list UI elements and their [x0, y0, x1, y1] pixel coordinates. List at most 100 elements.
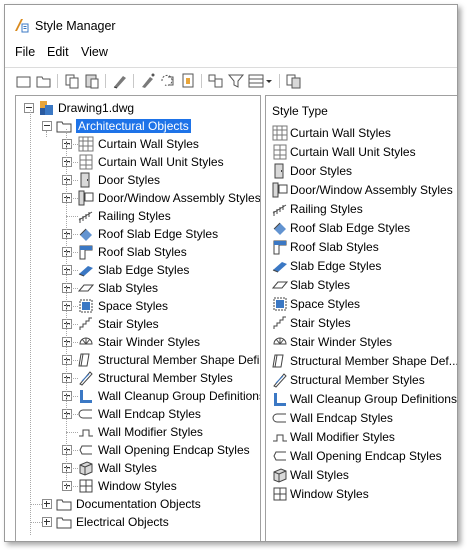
- tree-item[interactable]: Railing Styles: [16, 207, 260, 225]
- collapse-icon[interactable]: [24, 103, 34, 113]
- railing-icon: [272, 204, 287, 216]
- purge-icon[interactable]: [139, 72, 157, 90]
- structural-member-icon: [273, 373, 287, 388]
- new-icon[interactable]: [15, 72, 33, 90]
- tree-item[interactable]: Structural Member Shape Defir: [16, 351, 260, 369]
- style-type-label: Curtain Wall Styles: [290, 126, 391, 140]
- menu-view[interactable]: View: [81, 45, 108, 59]
- tree-item[interactable]: Curtain Wall Unit Styles: [16, 153, 260, 171]
- view-options-icon[interactable]: [247, 72, 273, 90]
- tree-item-label: Slab Edge Styles: [98, 263, 190, 277]
- tree-item[interactable]: Window Styles: [16, 477, 260, 495]
- tree-item[interactable]: Slab Styles: [16, 279, 260, 297]
- window-icon: [79, 479, 93, 493]
- style-type-label: Slab Styles: [290, 278, 351, 292]
- style-type-pane[interactable]: Style Type Curtain Wall Styles Curtain Wa…: [265, 95, 458, 541]
- menu-file[interactable]: File: [15, 45, 35, 59]
- tree-item[interactable]: Roof Slab Styles: [16, 243, 260, 261]
- stair-winder-icon: [79, 337, 93, 345]
- style-type-label: Door/Window Assembly Styles: [290, 183, 453, 197]
- style-type-item[interactable]: Space Styles: [266, 295, 457, 313]
- tree-guide: [66, 432, 78, 433]
- style-type-label: Window Styles: [290, 487, 369, 501]
- window-title: Style Manager: [35, 19, 116, 33]
- tree-item[interactable]: Stair Styles: [16, 315, 260, 333]
- style-type-item[interactable]: Roof Slab Edge Styles: [266, 219, 457, 237]
- structural-member-icon: [79, 371, 93, 386]
- door-icon: [80, 172, 90, 188]
- tree-item[interactable]: Wall Endcap Styles: [16, 405, 260, 423]
- roof-slab-icon: [79, 245, 93, 260]
- tree-guide: [66, 414, 78, 415]
- style-type-item[interactable]: Slab Styles: [266, 276, 457, 294]
- style-type-item[interactable]: Curtain Wall Styles: [266, 124, 457, 142]
- tree-item[interactable]: Door/Window Assembly Styles: [16, 189, 260, 207]
- tree-item[interactable]: Curtain Wall Styles: [16, 135, 260, 153]
- tree-item[interactable]: Space Styles: [16, 297, 260, 315]
- tree-item[interactable]: Slab Edge Styles: [16, 261, 260, 279]
- style-type-item[interactable]: Window Styles: [266, 485, 457, 503]
- inventory-icon[interactable]: [285, 72, 303, 90]
- expand-icon[interactable]: [42, 517, 52, 527]
- style-type-item[interactable]: Wall Opening Endcap Styles: [266, 447, 457, 465]
- edit-style-icon[interactable]: [111, 72, 129, 90]
- tree-item-label: Roof Slab Styles: [98, 245, 187, 259]
- style-type-item[interactable]: Door/Window Assembly Styles: [266, 181, 457, 199]
- style-type-item[interactable]: Wall Styles: [266, 466, 457, 484]
- tree-guide: [66, 360, 78, 361]
- tree-item[interactable]: Wall Opening Endcap Styles: [16, 441, 260, 459]
- tree-item[interactable]: Roof Slab Edge Styles: [16, 225, 260, 243]
- style-type-item[interactable]: Stair Winder Styles: [266, 333, 457, 351]
- sort-icon[interactable]: [179, 72, 197, 90]
- style-type-item[interactable]: Structural Member Styles: [266, 371, 457, 389]
- tree-item-label: Curtain Wall Unit Styles: [98, 155, 224, 169]
- filter-style-type-icon[interactable]: [207, 72, 225, 90]
- tree-category[interactable]: Electrical Objects: [16, 513, 260, 531]
- style-type-item[interactable]: Door Styles: [266, 162, 457, 180]
- tree-item-label: Window Styles: [98, 479, 177, 493]
- toolbar-separator: [105, 74, 106, 88]
- tree-guide: [66, 468, 78, 469]
- tree-guide: [66, 129, 67, 486]
- style-type-item[interactable]: Wall Modifier Styles: [266, 428, 457, 446]
- tree-category[interactable]: Documentation Objects: [16, 495, 260, 513]
- funnel-icon[interactable]: [227, 72, 245, 90]
- tree-root[interactable]: Drawing1.dwg: [16, 99, 260, 117]
- style-type-label: Door Styles: [290, 164, 353, 178]
- style-type-label: Structural Member Shape Def...: [290, 354, 458, 368]
- tree-item[interactable]: Structural Member Styles: [16, 369, 260, 387]
- curtain-wall-icon: [272, 125, 288, 141]
- style-type-item[interactable]: Slab Edge Styles: [266, 257, 457, 275]
- style-type-item[interactable]: Structural Member Shape Def...: [266, 352, 458, 370]
- style-type-item[interactable]: Stair Styles: [266, 314, 457, 332]
- tree-guide: [66, 270, 78, 271]
- toolbar-separator: [279, 74, 280, 88]
- tree-category-architectural-objects[interactable]: Architectural Objects: [16, 117, 260, 135]
- collapse-icon[interactable]: [42, 121, 52, 131]
- paste-icon[interactable]: [83, 72, 101, 90]
- tree-item[interactable]: Wall Modifier Styles: [16, 423, 260, 441]
- style-type-item[interactable]: Roof Slab Styles: [266, 238, 457, 256]
- slab-edge-icon: [272, 262, 287, 273]
- tree-item[interactable]: Wall Cleanup Group Definitions: [16, 387, 260, 405]
- tree-guide: [46, 131, 47, 137]
- style-type-item[interactable]: Wall Endcap Styles: [266, 409, 457, 427]
- style-type-item[interactable]: Railing Styles: [266, 200, 457, 218]
- door-icon: [274, 163, 284, 179]
- tree-guide: [66, 450, 78, 451]
- toggle-view-icon[interactable]: [159, 72, 177, 90]
- tree-item-label: Door/Window Assembly Styles: [98, 191, 261, 205]
- tree-item[interactable]: Stair Winder Styles: [16, 333, 260, 351]
- style-type-item[interactable]: Wall Cleanup Group Definitions: [266, 390, 457, 408]
- style-tree-pane[interactable]: Drawing1.dwg Architectural Objects Curtain…: [15, 95, 261, 541]
- tree-item[interactable]: Wall Styles: [16, 459, 260, 477]
- expand-icon[interactable]: [42, 499, 52, 509]
- copy-icon[interactable]: [63, 72, 81, 90]
- wall-cleanup-icon: [274, 393, 286, 406]
- wall-modifier-icon: [273, 434, 287, 442]
- open-icon[interactable]: [35, 72, 53, 90]
- menu-edit[interactable]: Edit: [47, 45, 69, 59]
- tree-item[interactable]: Door Styles: [16, 171, 260, 189]
- style-type-item[interactable]: Curtain Wall Unit Styles: [266, 143, 457, 161]
- tree-item-label: Drawing1.dwg: [58, 101, 135, 115]
